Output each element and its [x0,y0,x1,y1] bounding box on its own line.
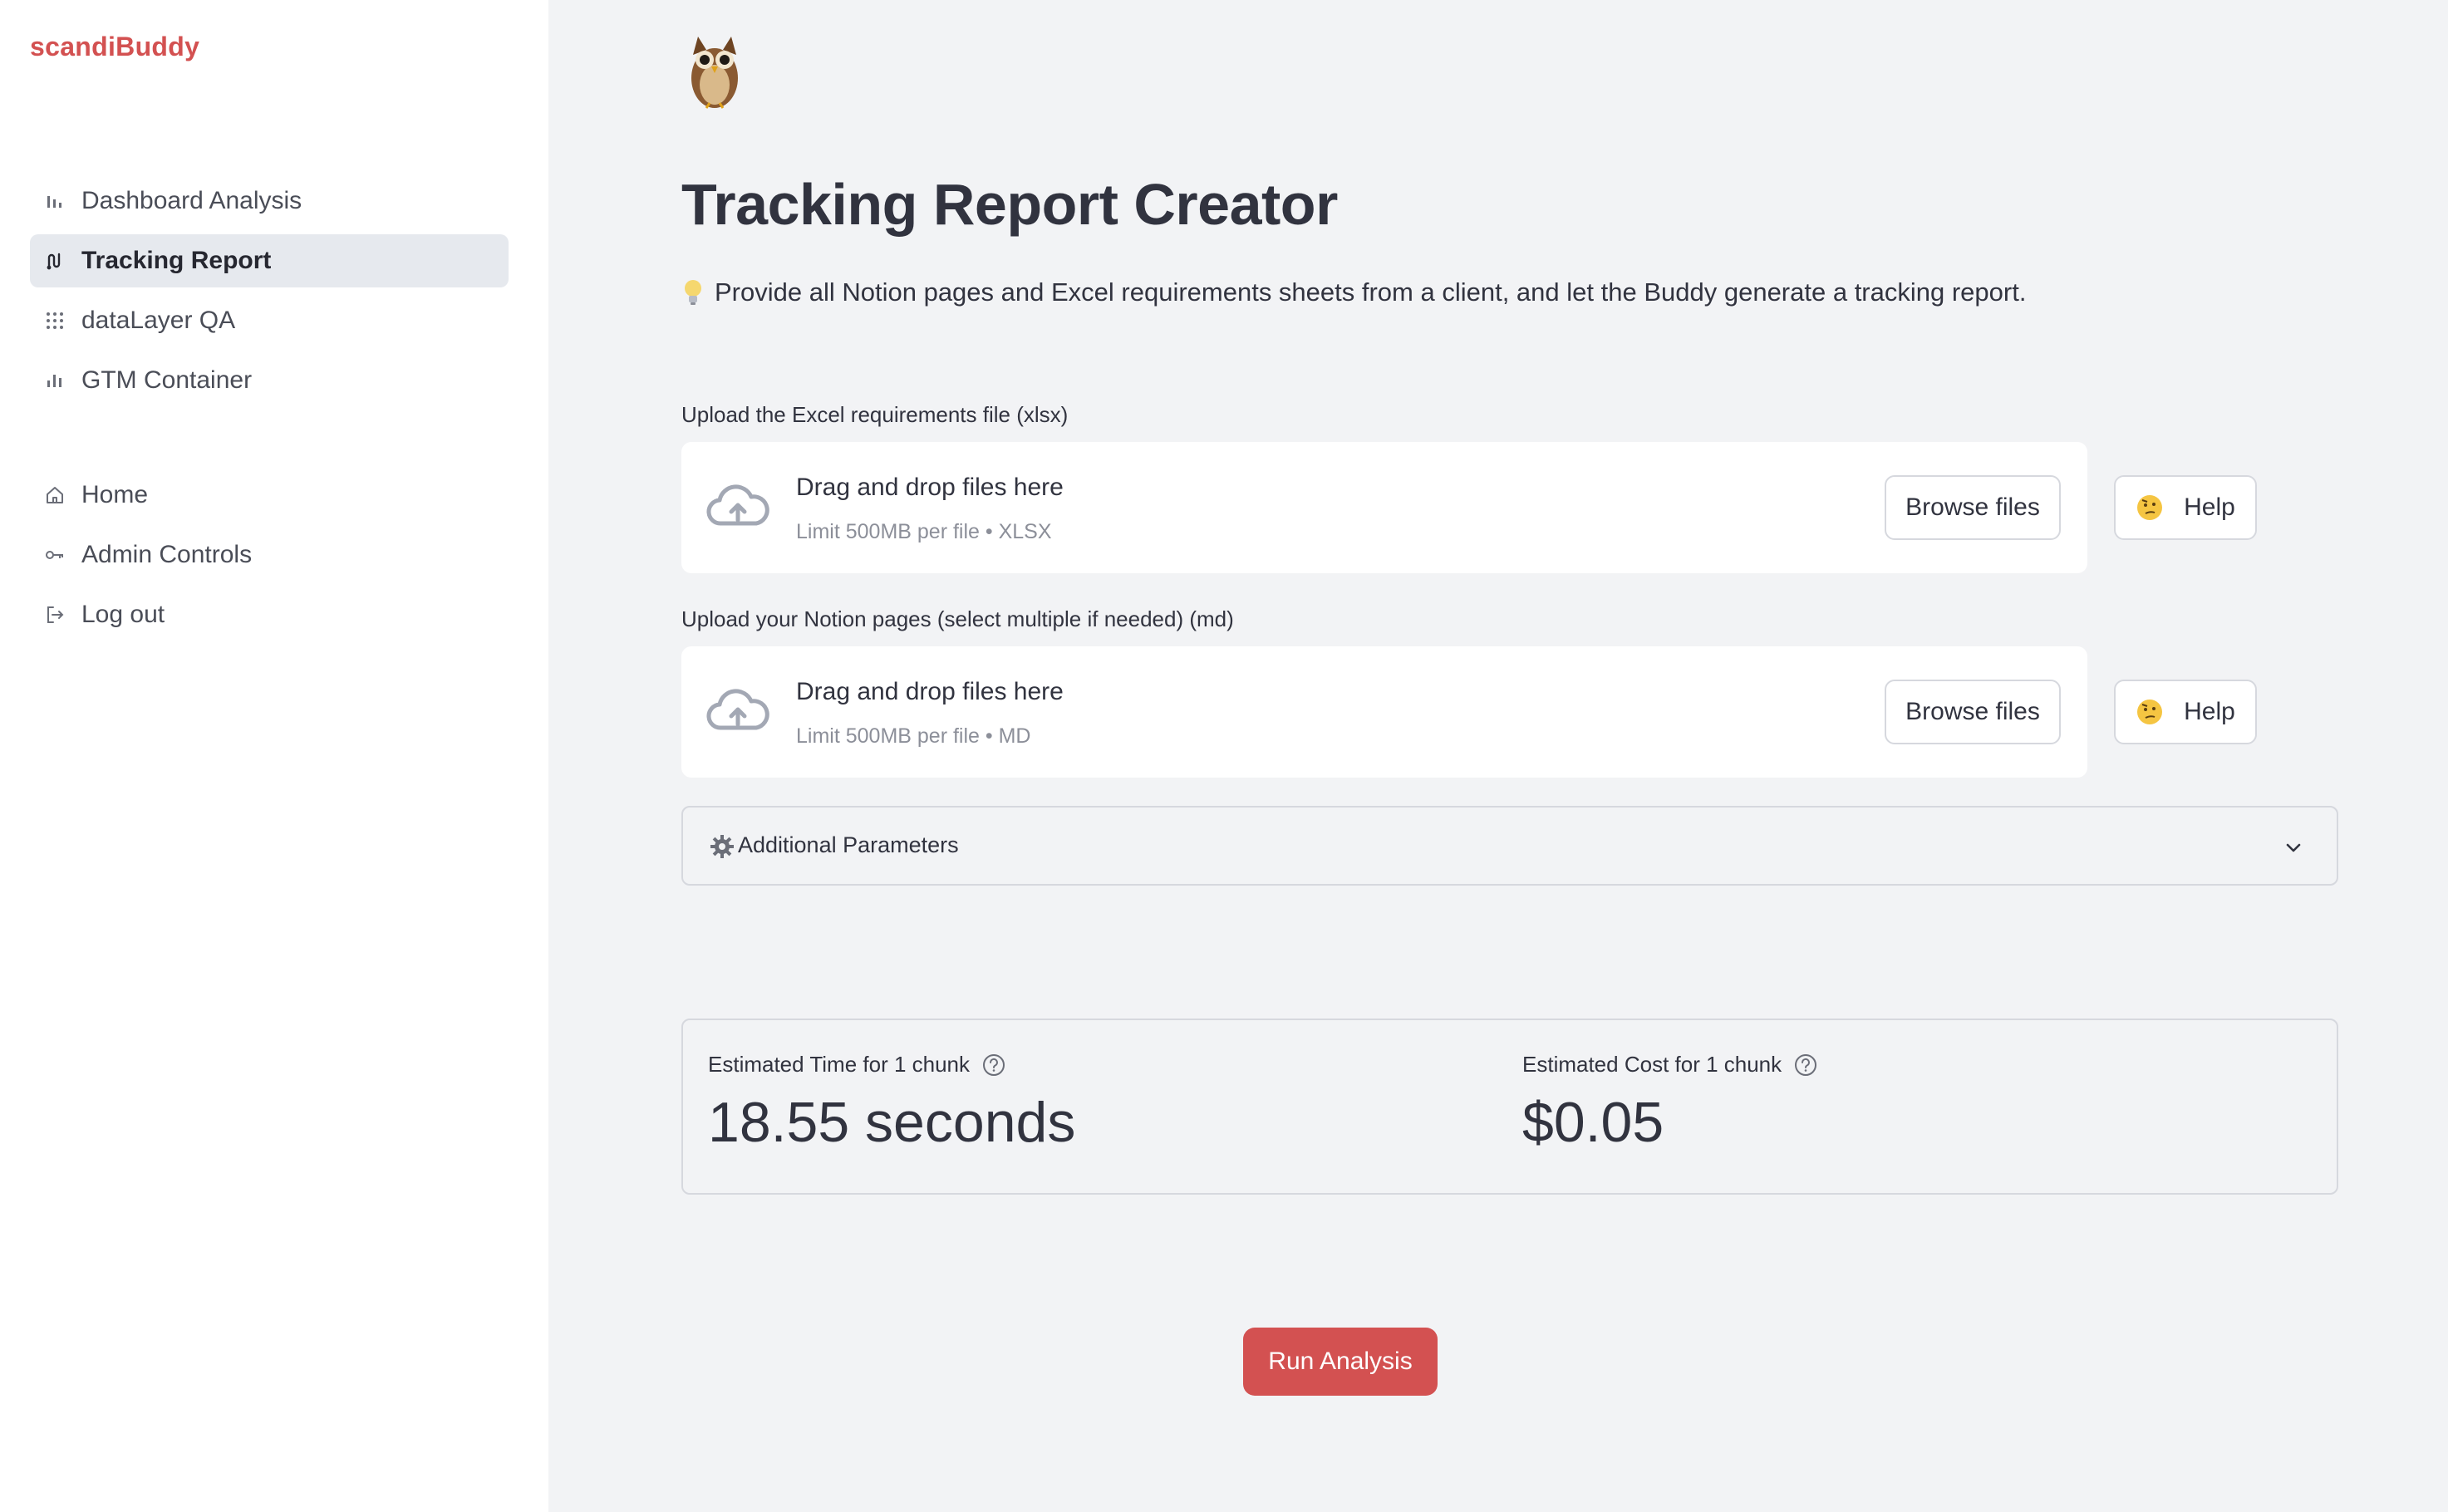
nav-item-datalayer-qa[interactable]: dataLayer QA [30,294,509,347]
dropzone-limit: Limit 500MB per file • MD [796,724,1031,748]
page-title: Tracking Report Creator [681,172,1338,237]
time-metric-value: 18.55 seconds [708,1091,1076,1154]
cost-metric-label-text: Estimated Cost for 1 chunk [1522,1052,1782,1077]
nav-item-label: Admin Controls [81,541,253,568]
dropzone-title: Drag and drop files here [796,678,1064,705]
route-icon [45,251,65,271]
nav-item-label: Log out [81,601,165,628]
cost-metric-value: $0.05 [1522,1091,1664,1154]
browse-files-button[interactable]: Browse files [1885,475,2061,540]
help-circle-icon[interactable] [981,1053,1006,1078]
cloud-upload-icon [706,689,769,730]
owl-icon [691,37,738,109]
help-button-label: Help [2184,698,2235,725]
sidebar: scandiBuddy Dashboard Analysis Tracking … [0,0,548,1512]
lightbulb-icon [685,280,701,305]
run-analysis-button[interactable]: Run Analysis [1243,1328,1438,1396]
cloud-upload-icon [706,484,769,526]
nav-item-tracking-report[interactable]: Tracking Report [30,234,509,287]
excel-upload-label: Upload the Excel requirements file (xlsx… [681,402,1069,427]
key-icon [45,545,65,565]
nav-item-label: GTM Container [81,366,253,394]
nav-item-dashboard-analysis[interactable]: Dashboard Analysis [30,174,509,228]
notion-upload-label: Upload your Notion pages (select multipl… [681,606,1234,631]
time-metric-label: Estimated Time for 1 chunk [708,1052,1006,1078]
gear-icon [710,835,734,858]
dropzone-title: Drag and drop files here [796,474,1064,501]
cost-metric-label: Estimated Cost for 1 chunk [1522,1052,1818,1078]
logout-icon [45,605,65,625]
grid-dots-icon [45,311,65,331]
bar-chart-icon [45,191,65,211]
home-icon [45,485,65,505]
nav-item-admin-controls[interactable]: Admin Controls [30,528,509,582]
nav-item-label: Dashboard Analysis [81,187,302,214]
intro-text-label: Provide all Notion pages and Excel requi… [715,277,2027,307]
expander-label: Additional Parameters [738,832,959,857]
notion-dropzone[interactable]: Drag and drop files here Limit 500MB per… [681,646,2087,778]
nav-item-label: Tracking Report [81,247,272,274]
time-metric-label-text: Estimated Time for 1 chunk [708,1052,971,1077]
help-button-label: Help [2184,493,2235,521]
help-circle-icon[interactable] [1793,1053,1818,1078]
nav-item-label: dataLayer QA [81,307,236,334]
excel-dropzone[interactable]: Drag and drop files here Limit 500MB per… [681,442,2087,573]
brand-logo[interactable]: scandiBuddy [30,32,199,62]
bar-chart-icon [45,371,65,390]
estimates-panel: Estimated Time for 1 chunk 18.55 seconds… [681,1019,2338,1195]
main-content: Tracking Report Creator Provide all Noti… [548,0,2448,1512]
browse-files-button[interactable]: Browse files [1885,680,2061,744]
nav-item-log-out[interactable]: Log out [30,588,509,641]
nav-item-gtm-container[interactable]: GTM Container [30,354,509,407]
thinking-face-icon [2137,700,2163,724]
intro-text: Provide all Notion pages and Excel requi… [681,277,2026,307]
nav-item-label: Home [81,481,149,508]
thinking-face-icon [2137,495,2163,520]
nav-item-home[interactable]: Home [30,469,509,522]
help-button[interactable]: Help [2114,680,2257,744]
chevron-down-icon[interactable] [2283,837,2303,857]
dropzone-limit: Limit 500MB per file • XLSX [796,520,1052,543]
help-button[interactable]: Help [2114,475,2257,540]
additional-parameters-expander[interactable]: Additional Parameters [681,806,2338,886]
